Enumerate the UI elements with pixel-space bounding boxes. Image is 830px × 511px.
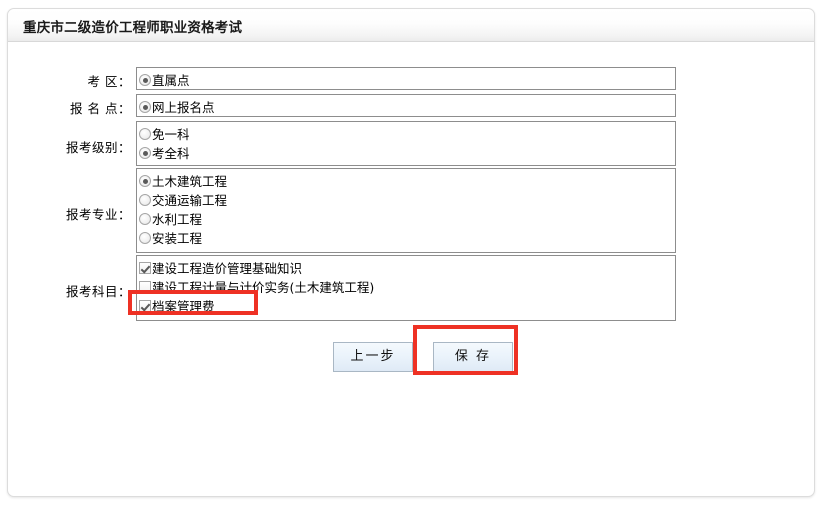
option-exam-level-1[interactable]: 考全科 [137, 143, 675, 162]
prev-step-button[interactable]: 上一步 [333, 342, 413, 372]
label-registration-point: 报 名 点： [70, 101, 131, 116]
option-exam-level-0[interactable]: 免一科 [137, 124, 675, 143]
option-label: 交通运输工程 [152, 193, 228, 208]
option-exam-subjects-1[interactable]: 建设工程计量与计价实务(土木建筑工程) [137, 277, 675, 296]
field-exam-major: 土木建筑工程 交通运输工程 水利工程 安装工程 [136, 168, 676, 253]
option-exam-major-0[interactable]: 土木建筑工程 [137, 171, 675, 190]
checkbox-icon-unchecked[interactable] [139, 281, 151, 293]
option-label: 档案管理费 [152, 299, 215, 314]
label-exam-area: 考 区： [87, 74, 131, 89]
option-label: 建设工程造价管理基础知识 [152, 261, 303, 276]
radio-icon-unselected[interactable] [139, 194, 151, 206]
option-exam-major-3[interactable]: 安装工程 [137, 228, 675, 247]
radio-icon-unselected[interactable] [139, 213, 151, 225]
option-exam-major-2[interactable]: 水利工程 [137, 209, 675, 228]
exam-registration-panel: 重庆市二级造价工程师职业资格考试 考 区： 直属点 报 名 点： 网上报名点 报… [7, 8, 815, 497]
option-registration-point-0[interactable]: 网上报名点 [137, 97, 675, 116]
option-exam-area-0[interactable]: 直属点 [137, 70, 675, 89]
option-exam-major-1[interactable]: 交通运输工程 [137, 190, 675, 209]
field-exam-area: 直属点 [136, 67, 676, 90]
field-registration-point: 网上报名点 [136, 94, 676, 117]
panel-title-bar: 重庆市二级造价工程师职业资格考试 [8, 9, 814, 42]
option-exam-subjects-0[interactable]: 建设工程造价管理基础知识 [137, 258, 675, 277]
checkbox-icon-checked[interactable] [139, 300, 151, 312]
option-label: 考全科 [152, 146, 190, 161]
option-label: 水利工程 [152, 212, 203, 227]
option-label: 安装工程 [152, 231, 203, 246]
label-exam-level: 报考级别： [65, 140, 131, 155]
page-title: 重庆市二级造价工程师职业资格考试 [23, 20, 243, 36]
label-exam-subjects: 报考科目： [65, 284, 131, 299]
checkbox-icon-checked[interactable] [139, 262, 151, 274]
option-label: 网上报名点 [152, 100, 215, 115]
radio-icon-selected[interactable] [139, 147, 151, 159]
save-button[interactable]: 保 存 [433, 342, 513, 372]
field-exam-level: 免一科 考全科 [136, 121, 676, 166]
radio-icon-selected[interactable] [139, 101, 151, 113]
radio-icon-unselected[interactable] [139, 232, 151, 244]
radio-icon-selected[interactable] [139, 175, 151, 187]
label-exam-major: 报考专业： [65, 207, 131, 222]
option-label: 建设工程计量与计价实务(土木建筑工程) [152, 280, 375, 295]
radio-icon-unselected[interactable] [139, 128, 151, 140]
option-label: 土木建筑工程 [152, 174, 228, 189]
option-exam-subjects-2[interactable]: 档案管理费 [137, 296, 675, 315]
option-label: 免一科 [152, 127, 190, 142]
option-label: 直属点 [152, 73, 190, 88]
field-exam-subjects: 建设工程造价管理基础知识 建设工程计量与计价实务(土木建筑工程) 档案管理费 [136, 255, 676, 321]
radio-icon-selected[interactable] [139, 74, 151, 86]
